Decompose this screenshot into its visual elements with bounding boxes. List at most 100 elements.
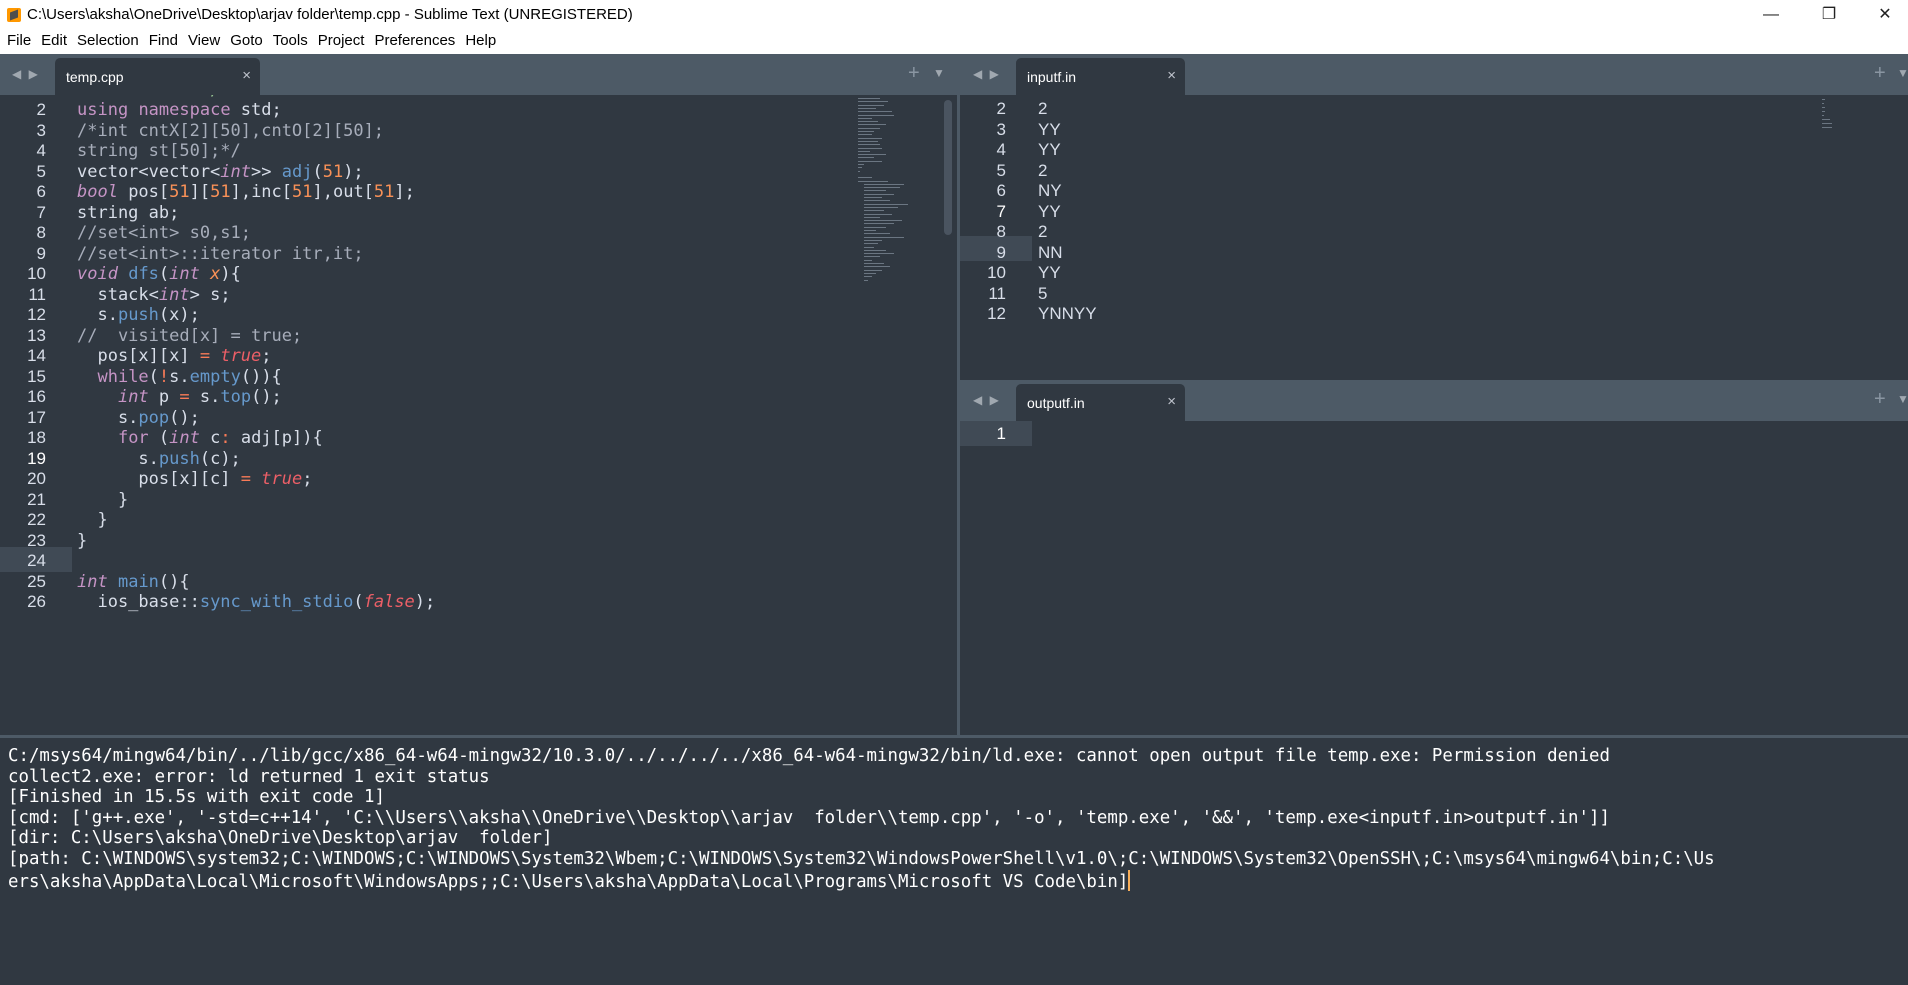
menu-edit[interactable]: Edit — [36, 30, 72, 54]
line-number: 20 — [27, 469, 46, 488]
code-line[interactable]: //set<int>::iterator itr,it; — [77, 244, 364, 264]
code-line[interactable]: string st[50];*/ — [77, 141, 241, 161]
minimize-button[interactable]: — — [1748, 0, 1794, 30]
minimap-line — [864, 266, 890, 268]
line-number: 1 — [960, 95, 1006, 99]
code-line[interactable]: // visited[x] = true; — [77, 326, 302, 346]
tab-label: outputf.in — [1027, 395, 1085, 411]
menu-preferences[interactable]: Preferences — [369, 30, 460, 54]
tab-close-icon[interactable]: × — [242, 67, 251, 84]
menu-view[interactable]: View — [183, 30, 225, 54]
editor-inputf-in[interactable]: 123456789101112 52YYYY2NYYY2NNYY5YNNYY — [960, 95, 1908, 380]
menu-goto[interactable]: Goto — [225, 30, 268, 54]
tab-temp-cpp[interactable]: temp.cpp × — [55, 58, 260, 95]
input-line[interactable]: YY — [1038, 263, 1061, 283]
code-line[interactable]: s.pop(); — [77, 408, 200, 428]
minimap-line — [864, 193, 894, 195]
tab-dropdown-icon[interactable]: ▼ — [1897, 66, 1908, 80]
input-line[interactable]: NY — [1038, 181, 1062, 201]
code-line[interactable]: for (int c: adj[p]){ — [77, 428, 323, 448]
code-line[interactable]: } — [77, 531, 87, 551]
input-line[interactable]: YY — [1038, 140, 1061, 160]
new-tab-plus-icon[interactable]: + — [908, 62, 920, 85]
input-line[interactable]: NN — [1038, 243, 1063, 263]
code-line[interactable]: ios_base::sync_with_stdio(false); — [77, 592, 435, 612]
code-token: ],inc[ — [230, 182, 293, 202]
code-token: > s; — [189, 284, 231, 305]
code-token: (); — [169, 407, 200, 428]
menu-project[interactable]: Project — [313, 30, 370, 54]
code-line[interactable]: vector<vector<int>> adj(51); — [77, 162, 364, 182]
code-line[interactable]: using namespace std; — [77, 100, 282, 120]
code-line[interactable]: s.push(x); — [77, 305, 199, 325]
line-number: 17 — [27, 407, 46, 427]
minimap-line — [858, 114, 894, 116]
menu-file[interactable]: File — [2, 30, 36, 54]
input-line[interactable]: 5 — [1038, 284, 1047, 304]
input-line[interactable]: 2 — [1038, 222, 1047, 242]
code-line[interactable]: pos[x][x] = true; — [77, 346, 271, 366]
code-token: sync_with_stdio — [199, 592, 354, 612]
code-token: dfs — [128, 264, 159, 284]
code-line[interactable]: /*int cntX[2][50],cntO[2][50]; — [77, 121, 384, 141]
new-tab-plus-icon[interactable]: + — [1874, 388, 1886, 411]
minimap-line — [864, 206, 898, 208]
menu-tools[interactable]: Tools — [268, 30, 313, 54]
input-line[interactable]: 2 — [1038, 99, 1047, 119]
code-token: ; — [302, 469, 313, 489]
tab-nav-arrows-icon[interactable]: ◀ ▶ — [973, 393, 1001, 407]
code-line[interactable]: int main(){ — [77, 572, 190, 592]
tab-outputf-in[interactable]: outputf.in × — [1016, 384, 1185, 421]
tab-dropdown-icon[interactable]: ▼ — [1897, 392, 1908, 406]
code-token: x — [210, 264, 221, 284]
tab-dropdown-icon[interactable]: ▼ — [933, 66, 945, 80]
minimap-line — [864, 230, 876, 231]
code-token: ]; — [394, 182, 415, 202]
code-line[interactable]: bool pos[51][51],inc[51],out[51]; — [77, 182, 415, 202]
code-token: adj — [281, 161, 313, 182]
code-token: int — [169, 264, 200, 284]
tab-label: temp.cpp — [66, 69, 124, 85]
close-window-button[interactable]: ✕ — [1862, 0, 1908, 30]
new-tab-plus-icon[interactable]: + — [1874, 62, 1886, 85]
maximize-button[interactable]: ❐ — [1806, 0, 1852, 30]
code-line[interactable]: while(!s.empty()){ — [77, 367, 281, 387]
input-line[interactable]: YY — [1038, 202, 1061, 222]
code-line[interactable]: s.push(c); — [77, 449, 240, 469]
input-line[interactable]: 2 — [1038, 161, 1047, 181]
tab-close-icon[interactable]: × — [1167, 67, 1176, 84]
build-output-panel[interactable]: C:/msys64/mingw64/bin/../lib/gcc/x86_64-… — [0, 735, 1908, 985]
minimap[interactable] — [1822, 95, 1852, 135]
input-line[interactable]: YY — [1038, 120, 1061, 140]
code-line[interactable]: stack<int> s; — [77, 284, 231, 305]
minimap-line — [864, 200, 890, 202]
code-line[interactable]: #include<bits/stdc++.h> — [77, 95, 312, 100]
code-line[interactable]: } — [77, 490, 128, 510]
code-line[interactable]: pos[x][c] = true; — [77, 469, 312, 489]
code-token: s. — [189, 387, 221, 407]
minimap-line — [858, 167, 862, 169]
input-line[interactable]: YNNYY — [1038, 304, 1097, 324]
minimap[interactable] — [858, 95, 938, 335]
tab-inputf-in[interactable]: inputf.in × — [1016, 58, 1185, 95]
menu-help[interactable]: Help — [460, 30, 501, 54]
line-number: 11 — [28, 284, 46, 304]
code-token: 51 — [210, 182, 231, 202]
tab-nav-arrows-icon[interactable]: ◀ ▶ — [973, 67, 1001, 81]
line-number: 6 — [36, 182, 46, 201]
code-line[interactable]: int p = s.top(); — [77, 387, 282, 407]
code-line[interactable]: void dfs(int x){ — [77, 264, 241, 284]
editor-outputf-in[interactable]: 1 — [960, 421, 1908, 735]
menu-selection[interactable]: Selection — [72, 30, 144, 54]
code-line[interactable]: } — [77, 510, 107, 530]
tab-close-icon[interactable]: × — [1167, 393, 1176, 410]
code-editor-temp-cpp[interactable]: 1234567891011121314151617181920212223242… — [0, 95, 957, 735]
tab-nav-arrows-icon[interactable]: ◀ ▶ — [12, 67, 40, 81]
code-line[interactable]: string ab; — [77, 203, 179, 223]
code-line[interactable]: //set<int> s0,s1; — [77, 223, 251, 243]
vertical-scrollbar[interactable] — [944, 100, 952, 235]
menu-find[interactable]: Find — [144, 30, 183, 54]
input-line[interactable]: 5 — [1038, 95, 1047, 99]
